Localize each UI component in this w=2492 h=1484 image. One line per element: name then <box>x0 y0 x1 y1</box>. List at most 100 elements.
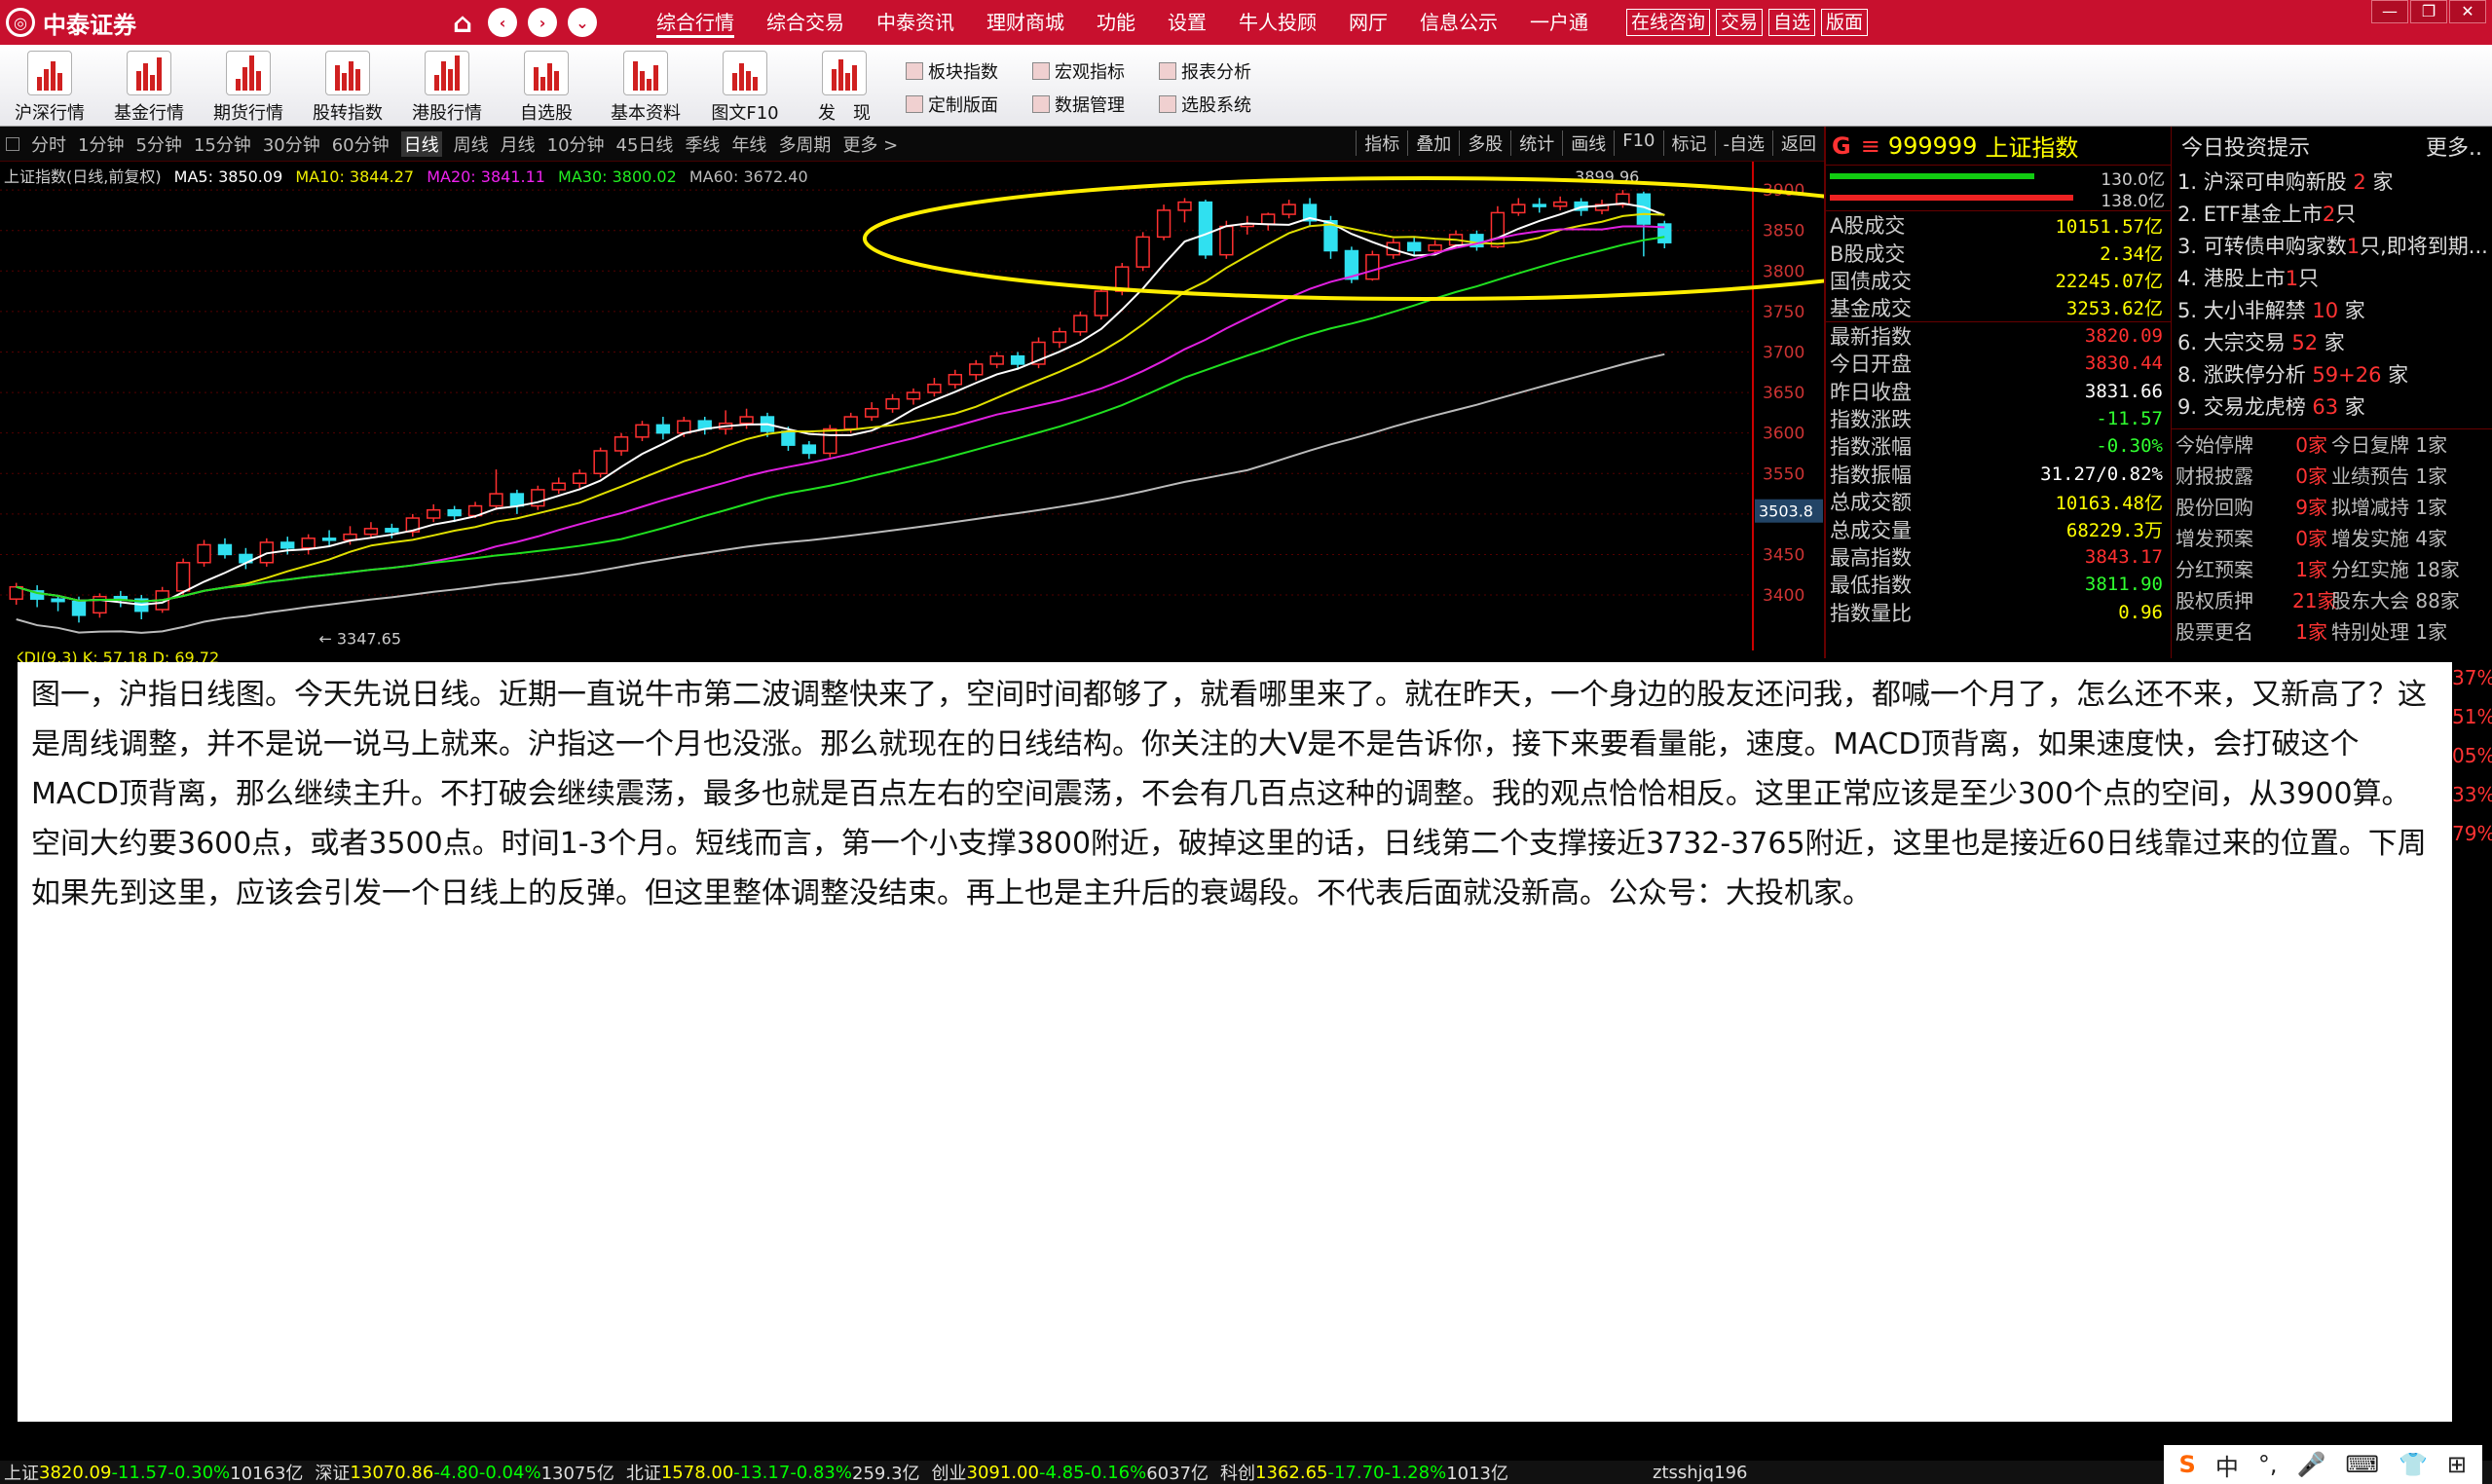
menu-item[interactable]: 设置 <box>1168 7 1207 38</box>
toolbar-label: 股转指数 <box>313 103 383 124</box>
tray-icon[interactable]: 中 <box>2215 1448 2239 1482</box>
stat-pair[interactable]: 拟增减持 1家 <box>2331 492 2487 523</box>
small-tool-icon <box>1032 95 1050 113</box>
period-tab[interactable]: 日线 <box>400 130 442 157</box>
ma-legend: 上证指数(日线,前复权) MA5: 3850.09 MA10: 3844.27 … <box>4 164 816 187</box>
tip-item[interactable]: 8. 涨跌停分析 59+26 家 <box>2172 358 2492 390</box>
tray-icon[interactable]: °, <box>2258 1451 2278 1478</box>
stat-label[interactable]: 分红预案 <box>2176 554 2292 585</box>
toolbar-button[interactable]: 发 现 <box>795 45 894 127</box>
small-tool-button[interactable]: 报表分析 <box>1159 55 1285 88</box>
tip-item[interactable]: 4. 港股上市1只 <box>2172 262 2492 294</box>
chart-tool-button[interactable]: F10 <box>1614 130 1662 156</box>
quick-button[interactable]: 交易 <box>1716 9 1764 36</box>
stat-pair[interactable]: 特别处理 1家 <box>2331 616 2487 648</box>
period-tab[interactable]: 分时 <box>31 131 66 157</box>
tip-item[interactable]: 3. 可转债申购家数1只,即将到期... <box>2172 230 2492 262</box>
chart-tool-button[interactable]: 返回 <box>1772 130 1824 156</box>
back-icon[interactable]: ‹ <box>488 8 517 37</box>
small-tool-button[interactable]: 宏观指标 <box>1032 55 1159 88</box>
chart-tool-button[interactable]: 标记 <box>1662 130 1715 156</box>
menu-item[interactable]: 综合交易 <box>766 7 844 38</box>
period-tab[interactable]: 季线 <box>685 131 720 157</box>
period-tab[interactable]: 60分钟 <box>332 131 390 157</box>
chart-tool-button[interactable]: -自选 <box>1714 130 1773 156</box>
minimize-button[interactable]: — <box>2371 0 2408 23</box>
tray-icon[interactable]: 🎤 <box>2296 1451 2325 1478</box>
menu-item[interactable]: 一户通 <box>1530 7 1588 38</box>
small-tool-button[interactable]: 数据管理 <box>1032 88 1159 121</box>
small-tool-button[interactable]: 板块指数 <box>906 55 1032 88</box>
chart-tool-button[interactable]: 叠加 <box>1407 130 1459 156</box>
chart-tool-button[interactable]: 指标 <box>1356 130 1407 156</box>
chart-tool-button[interactable]: 画线 <box>1562 130 1614 156</box>
chart-tool-button[interactable]: 多股 <box>1459 130 1510 156</box>
menu-item[interactable]: 中泰资讯 <box>876 7 954 38</box>
toolbar-button[interactable]: 股转指数 <box>298 45 397 127</box>
menu-item[interactable]: 网厅 <box>1349 7 1388 38</box>
period-tab[interactable]: 15分钟 <box>194 131 251 157</box>
menu-item[interactable]: 理财商城 <box>986 7 1064 38</box>
toolbar-button[interactable]: 自选股 <box>497 45 596 127</box>
stat-label[interactable]: 股份回购 <box>2176 492 2292 523</box>
period-tab[interactable]: 10分钟 <box>547 131 605 157</box>
chart-tool-button[interactable]: 统计 <box>1510 130 1562 156</box>
tips-more[interactable]: 更多.. <box>2426 130 2482 162</box>
stat-pair[interactable]: 股东大会 88家 <box>2331 585 2487 616</box>
home-icon[interactable]: ⌂ <box>448 7 477 39</box>
small-tool-button[interactable]: 定制版面 <box>906 88 1032 121</box>
forward-icon[interactable]: › <box>528 8 557 37</box>
index-name: 科创 <box>1220 1464 1256 1484</box>
menu-item[interactable]: 牛人投顾 <box>1239 7 1317 38</box>
index-pct: -0.83% <box>790 1462 852 1483</box>
period-tab[interactable]: 更多 > <box>842 131 898 157</box>
stat-count: 1家 <box>2295 558 2327 581</box>
maximize-button[interactable]: ❐ <box>2410 0 2447 23</box>
stat-pair[interactable]: 增发实施 4家 <box>2331 523 2487 554</box>
period-tab[interactable]: 周线 <box>454 131 489 157</box>
tray-icon[interactable]: ⊞ <box>2447 1451 2467 1478</box>
tray-icon[interactable]: ⌨ <box>2345 1451 2379 1478</box>
stat-label[interactable]: 股权质押 <box>2176 585 2292 616</box>
tip-item[interactable]: 6. 大宗交易 52 家 <box>2172 326 2492 358</box>
toolbar-button[interactable]: 沪深行情 <box>0 45 99 127</box>
toolbar-button[interactable]: 港股行情 <box>397 45 497 127</box>
menu-icon[interactable]: ≡ <box>1861 132 1880 160</box>
period-tab[interactable]: 多周期 <box>778 131 831 157</box>
menu-item[interactable]: 综合行情 <box>656 7 734 38</box>
period-tab[interactable]: 30分钟 <box>263 131 320 157</box>
stat-pair[interactable]: 业绩预告 1家 <box>2331 461 2487 492</box>
close-button[interactable]: ✕ <box>2449 0 2486 23</box>
toolbar-button[interactable]: 图文F10 <box>695 45 795 127</box>
index-pct: -0.30% <box>167 1462 231 1483</box>
quick-button[interactable]: 版面 <box>1821 9 1869 36</box>
toolbar-button[interactable]: 期货行情 <box>199 45 298 127</box>
period-tab[interactable]: 年线 <box>731 131 766 157</box>
small-tool-button[interactable]: 选股系统 <box>1159 88 1285 121</box>
tray-icon[interactable]: S <box>2179 1451 2196 1478</box>
tray-icon[interactable]: 👕 <box>2399 1451 2428 1478</box>
quick-button[interactable]: 在线咨询 <box>1626 9 1711 36</box>
period-tab[interactable]: 月线 <box>501 131 536 157</box>
panel-toggle-icon[interactable] <box>6 136 19 151</box>
stat-pair[interactable]: 分红实施 18家 <box>2331 554 2487 585</box>
kline-chart[interactable]: 3400345035003550360036503700375038003850… <box>0 162 1824 650</box>
dropdown-icon[interactable]: ⌄ <box>568 8 597 37</box>
stat-label[interactable]: 增发预案 <box>2176 523 2292 554</box>
stat-label[interactable]: 股票更名 <box>2176 616 2292 648</box>
tip-item[interactable]: 1. 沪深可申购新股 2 家 <box>2172 166 2492 198</box>
tip-item[interactable]: 9. 交易龙虎榜 63 家 <box>2172 390 2492 423</box>
stat-label[interactable]: 今始停牌 <box>2176 429 2292 461</box>
toolbar-button[interactable]: 基本资料 <box>596 45 695 127</box>
stat-label[interactable]: 财报披露 <box>2176 461 2292 492</box>
tip-item[interactable]: 5. 大小非解禁 10 家 <box>2172 294 2492 326</box>
period-tab[interactable]: 1分钟 <box>78 131 124 157</box>
quick-button[interactable]: 自选 <box>1768 9 1816 36</box>
period-tab[interactable]: 45日线 <box>616 131 674 157</box>
period-tab[interactable]: 5分钟 <box>135 131 181 157</box>
menu-item[interactable]: 功能 <box>1097 7 1135 38</box>
stat-pair[interactable]: 今日复牌 1家 <box>2331 429 2487 461</box>
toolbar-button[interactable]: 基金行情 <box>99 45 199 127</box>
menu-item[interactable]: 信息公示 <box>1420 7 1498 38</box>
tip-item[interactable]: 2. ETF基金上市2只 <box>2172 198 2492 230</box>
